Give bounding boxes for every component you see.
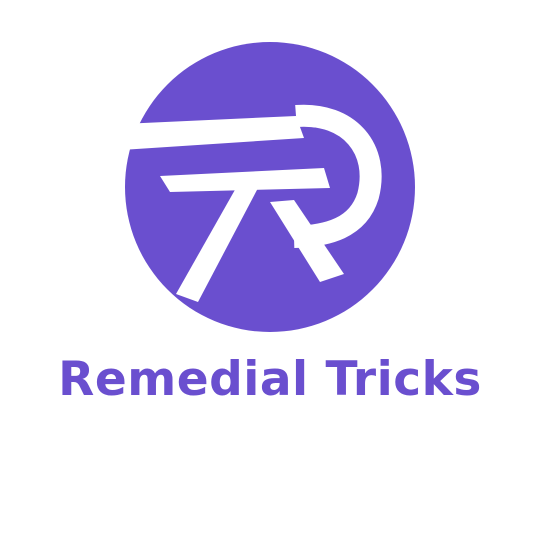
logo-page: Remedial Tricks	[0, 0, 540, 540]
brand-name: Remedial Tricks	[58, 352, 482, 407]
r-monogram-circle-logo-icon	[122, 42, 415, 332]
